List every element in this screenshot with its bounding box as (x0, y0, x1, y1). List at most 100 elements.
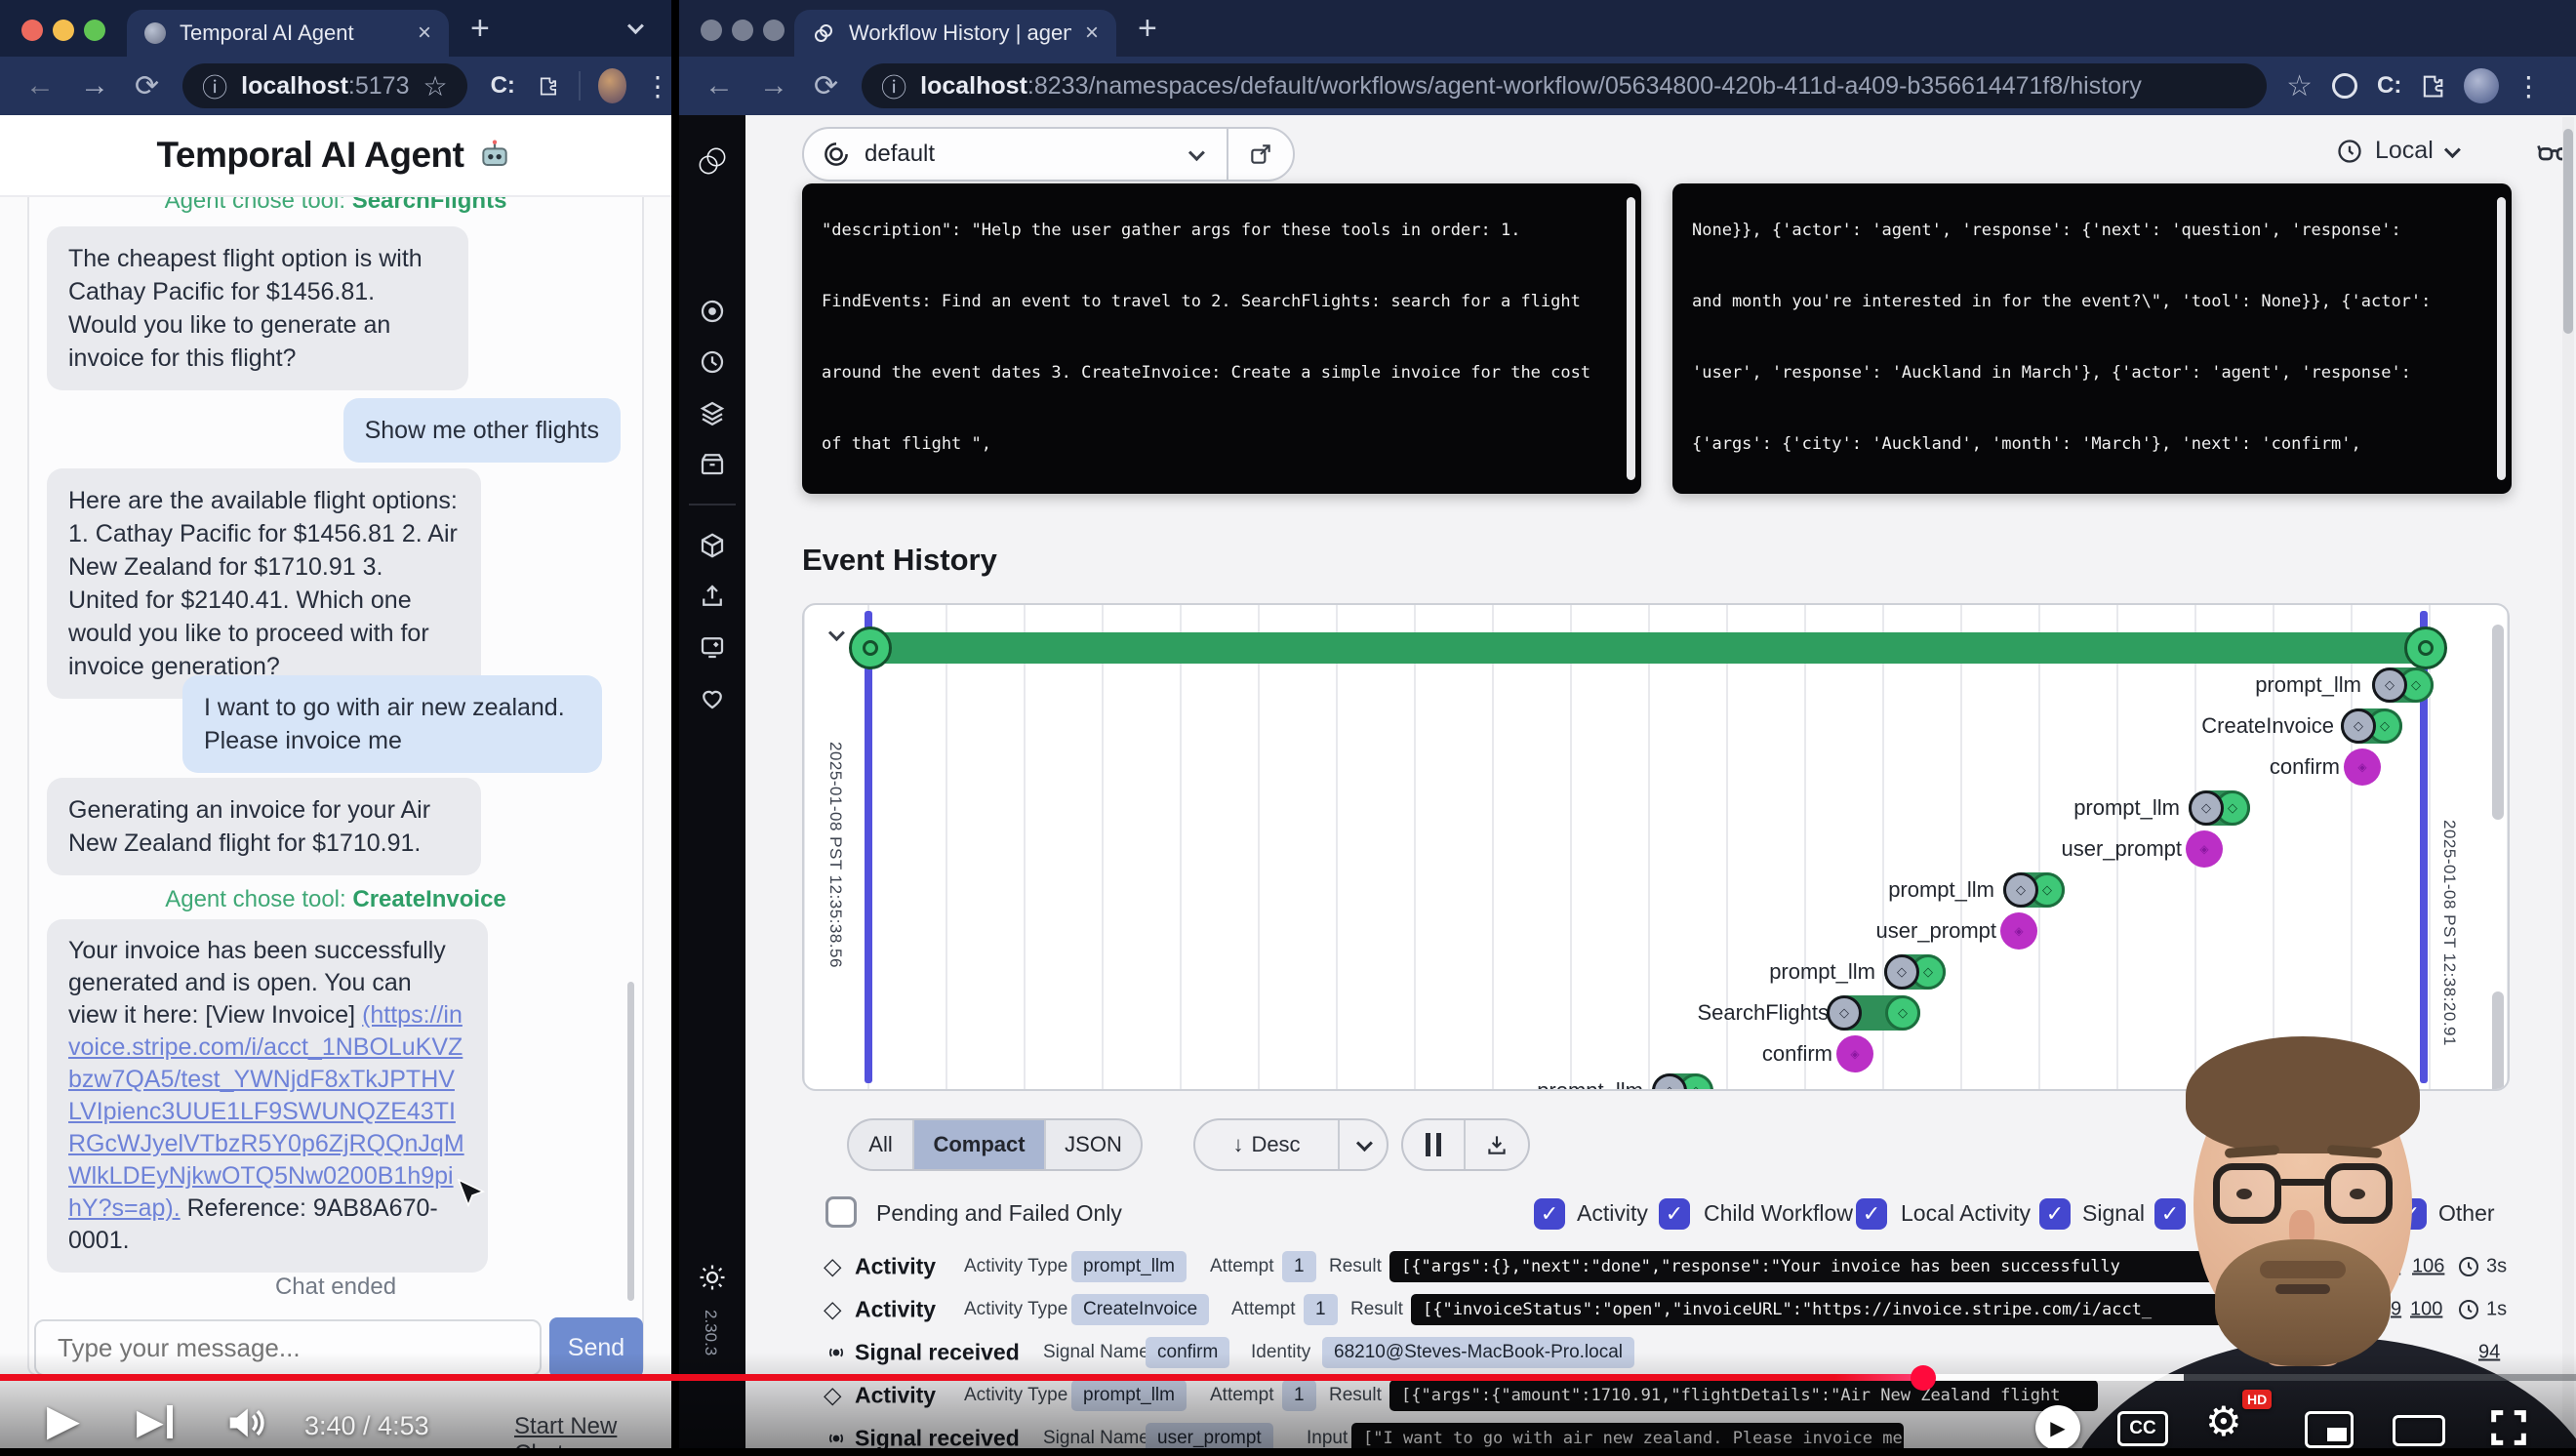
namespace-select[interactable]: default (802, 127, 1295, 182)
tab-close-icon[interactable]: × (1085, 20, 1099, 47)
workflow-duration-bar[interactable] (868, 632, 2426, 664)
next-button[interactable]: ▶ (137, 1401, 173, 1442)
media-control-icon[interactable] (2332, 73, 2357, 99)
player-progress-bar[interactable] (0, 1374, 2576, 1381)
bookmark-star-icon[interactable]: ☆ (2286, 69, 2313, 103)
view-compact-button[interactable]: Compact (914, 1120, 1046, 1169)
namespace-external-link-icon[interactable] (1248, 142, 1273, 167)
timeline-event-row[interactable]: prompt_llm◇◇ (804, 787, 2508, 829)
close-window-button[interactable] (21, 20, 43, 41)
event-id-link[interactable]: 9 (2391, 1299, 2401, 1321)
profile-avatar[interactable] (2464, 68, 2499, 103)
event-id-link[interactable]: 106 (2412, 1256, 2444, 1278)
filter-local-activity-checkbox[interactable]: ✓ (1856, 1198, 1887, 1230)
view-json-button[interactable]: JSON (1046, 1120, 1141, 1169)
extension-c-icon[interactable]: C: (2377, 72, 2401, 100)
theater-mode-button[interactable] (2393, 1415, 2445, 1446)
tab-search-chevron-icon[interactable] (627, 18, 644, 34)
timeline-scrollbar-thumb[interactable] (2492, 625, 2504, 820)
sort-desc-button[interactable]: ↓Desc (1195, 1120, 1340, 1169)
timeline-event-row[interactable]: prompt_llm◇◇ (804, 1070, 2508, 1091)
filter-other-checkbox[interactable]: ✓ (2395, 1198, 2427, 1230)
reload-icon[interactable]: ⟳ (814, 69, 838, 103)
event-id-link[interactable]: 100 (2410, 1299, 2442, 1321)
event-row-activity[interactable]: ◇ Activity Activity Type prompt_llm Atte… (802, 1245, 2510, 1288)
fullscreen-button[interactable] (2486, 1405, 2531, 1450)
sort-options-chevron[interactable] (1340, 1120, 1387, 1169)
schedules-icon[interactable] (698, 347, 727, 377)
browser-menu-icon[interactable]: ⋮ (644, 70, 671, 102)
workflows-icon[interactable] (698, 297, 727, 326)
play-button[interactable]: ▶ (47, 1395, 80, 1445)
back-icon[interactable]: ← (25, 69, 55, 102)
archive-icon[interactable] (698, 449, 727, 478)
browser-menu-icon[interactable]: ⋮ (2515, 70, 2542, 102)
timeline-event-row[interactable]: confirm◈ (804, 746, 2508, 789)
timezone-select[interactable]: Local (2336, 137, 2457, 165)
forward-icon[interactable]: → (759, 69, 788, 102)
batch-operations-icon[interactable] (698, 398, 727, 427)
tab-temporal-ai-agent[interactable]: Temporal AI Agent × (127, 10, 449, 57)
zoom-window-button[interactable] (763, 20, 785, 41)
filter-timer-checkbox[interactable]: ✓ (2154, 1198, 2186, 1230)
chat-scrollbar[interactable] (627, 982, 634, 1301)
progress-playhead[interactable] (1911, 1365, 1936, 1391)
timeline-event-row[interactable]: user_prompt◈ (804, 828, 2508, 870)
filter-signal-checkbox[interactable]: ✓ (2039, 1198, 2071, 1230)
temporal-logo-icon[interactable] (694, 142, 731, 180)
tab-close-icon[interactable]: × (418, 20, 431, 47)
import-icon[interactable] (698, 582, 727, 611)
event-row-activity[interactable]: ◇ Activity Activity Type CreateInvoice A… (802, 1288, 2510, 1331)
input-payload-panel[interactable]: "description": "Help the user gather arg… (802, 183, 1641, 494)
timeline-scrollbar-thumb[interactable] (2492, 991, 2504, 1091)
result-payload-panel[interactable]: None}}, {'actor': 'agent', 'response': {… (1672, 183, 2512, 494)
timeline-event-row[interactable]: CreateInvoice◇◇ (804, 705, 2508, 748)
filter-activity-checkbox[interactable]: ✓ (1534, 1198, 1565, 1230)
timeline-event-row[interactable]: prompt_llm◇◇ (804, 950, 2508, 993)
bookmark-star-icon[interactable]: ☆ (423, 70, 447, 102)
timeline-event-row[interactable]: prompt_llm◇◇ (804, 869, 2508, 911)
timeline-event-row[interactable]: SearchFlights◇◇ (804, 991, 2508, 1034)
autoplay-toggle[interactable]: ▶ (2035, 1405, 2080, 1450)
timeline-event-row[interactable]: prompt_llm◇◇ (804, 664, 2508, 707)
reload-icon[interactable]: ⟳ (135, 69, 159, 103)
extensions-puzzle-icon[interactable] (2419, 72, 2446, 100)
profile-avatar[interactable] (598, 68, 627, 103)
address-bar[interactable]: ⓘ localhost:5173 ☆ (182, 63, 466, 108)
event-id-link[interactable]: 05 (2379, 1256, 2400, 1278)
new-tab-button[interactable]: + (470, 10, 490, 48)
forward-icon[interactable]: → (80, 69, 109, 102)
captions-button[interactable]: CC (2117, 1411, 2168, 1446)
nexus-icon[interactable] (698, 531, 727, 560)
timeline-collapse-chevron-icon[interactable] (828, 625, 845, 641)
site-info-icon[interactable]: ⓘ (881, 68, 906, 104)
miniplayer-button[interactable] (2305, 1411, 2354, 1448)
extensions-puzzle-icon[interactable] (537, 72, 559, 100)
theme-sun-icon[interactable] (698, 1263, 727, 1292)
pending-failed-only-checkbox[interactable] (825, 1196, 857, 1228)
code-scrollbar[interactable] (2497, 197, 2506, 480)
minimize-window-button[interactable] (732, 20, 753, 41)
close-window-button[interactable] (701, 20, 722, 41)
back-icon[interactable]: ← (704, 69, 734, 102)
settings-gear-icon[interactable]: ⚙ (2205, 1397, 2242, 1445)
event-history-timeline[interactable]: 2025-01-08 PST 12:35:38.56 2025-01-08 PS… (802, 603, 2510, 1091)
zoom-window-button[interactable] (84, 20, 105, 41)
volume-icon[interactable] (224, 1403, 267, 1442)
address-bar[interactable]: ⓘ localhost:8233/namespaces/default/work… (862, 63, 2267, 108)
site-info-icon[interactable]: ⓘ (202, 68, 227, 104)
filter-child-workflow-checkbox[interactable]: ✓ (1659, 1198, 1690, 1230)
invoice-link[interactable]: (https://invoice.stripe.com/i/acct_1NBOL… (68, 1001, 464, 1222)
minimize-window-button[interactable] (53, 20, 74, 41)
feedback-heart-icon[interactable] (698, 683, 727, 712)
new-tab-button[interactable]: + (1138, 10, 1157, 48)
tab-workflow-history[interactable]: Workflow History | agent-wor × (794, 10, 1116, 57)
code-scrollbar[interactable] (1627, 197, 1635, 480)
timeline-event-row[interactable]: user_prompt◈ (804, 910, 2508, 952)
pause-updates-button[interactable] (1403, 1120, 1466, 1169)
view-all-button[interactable]: All (849, 1120, 914, 1169)
labs-icon[interactable] (698, 632, 727, 662)
extension-c-icon[interactable]: C: (491, 72, 515, 100)
download-history-button[interactable] (1466, 1120, 1528, 1169)
page-scrollbar[interactable] (2562, 117, 2574, 1456)
